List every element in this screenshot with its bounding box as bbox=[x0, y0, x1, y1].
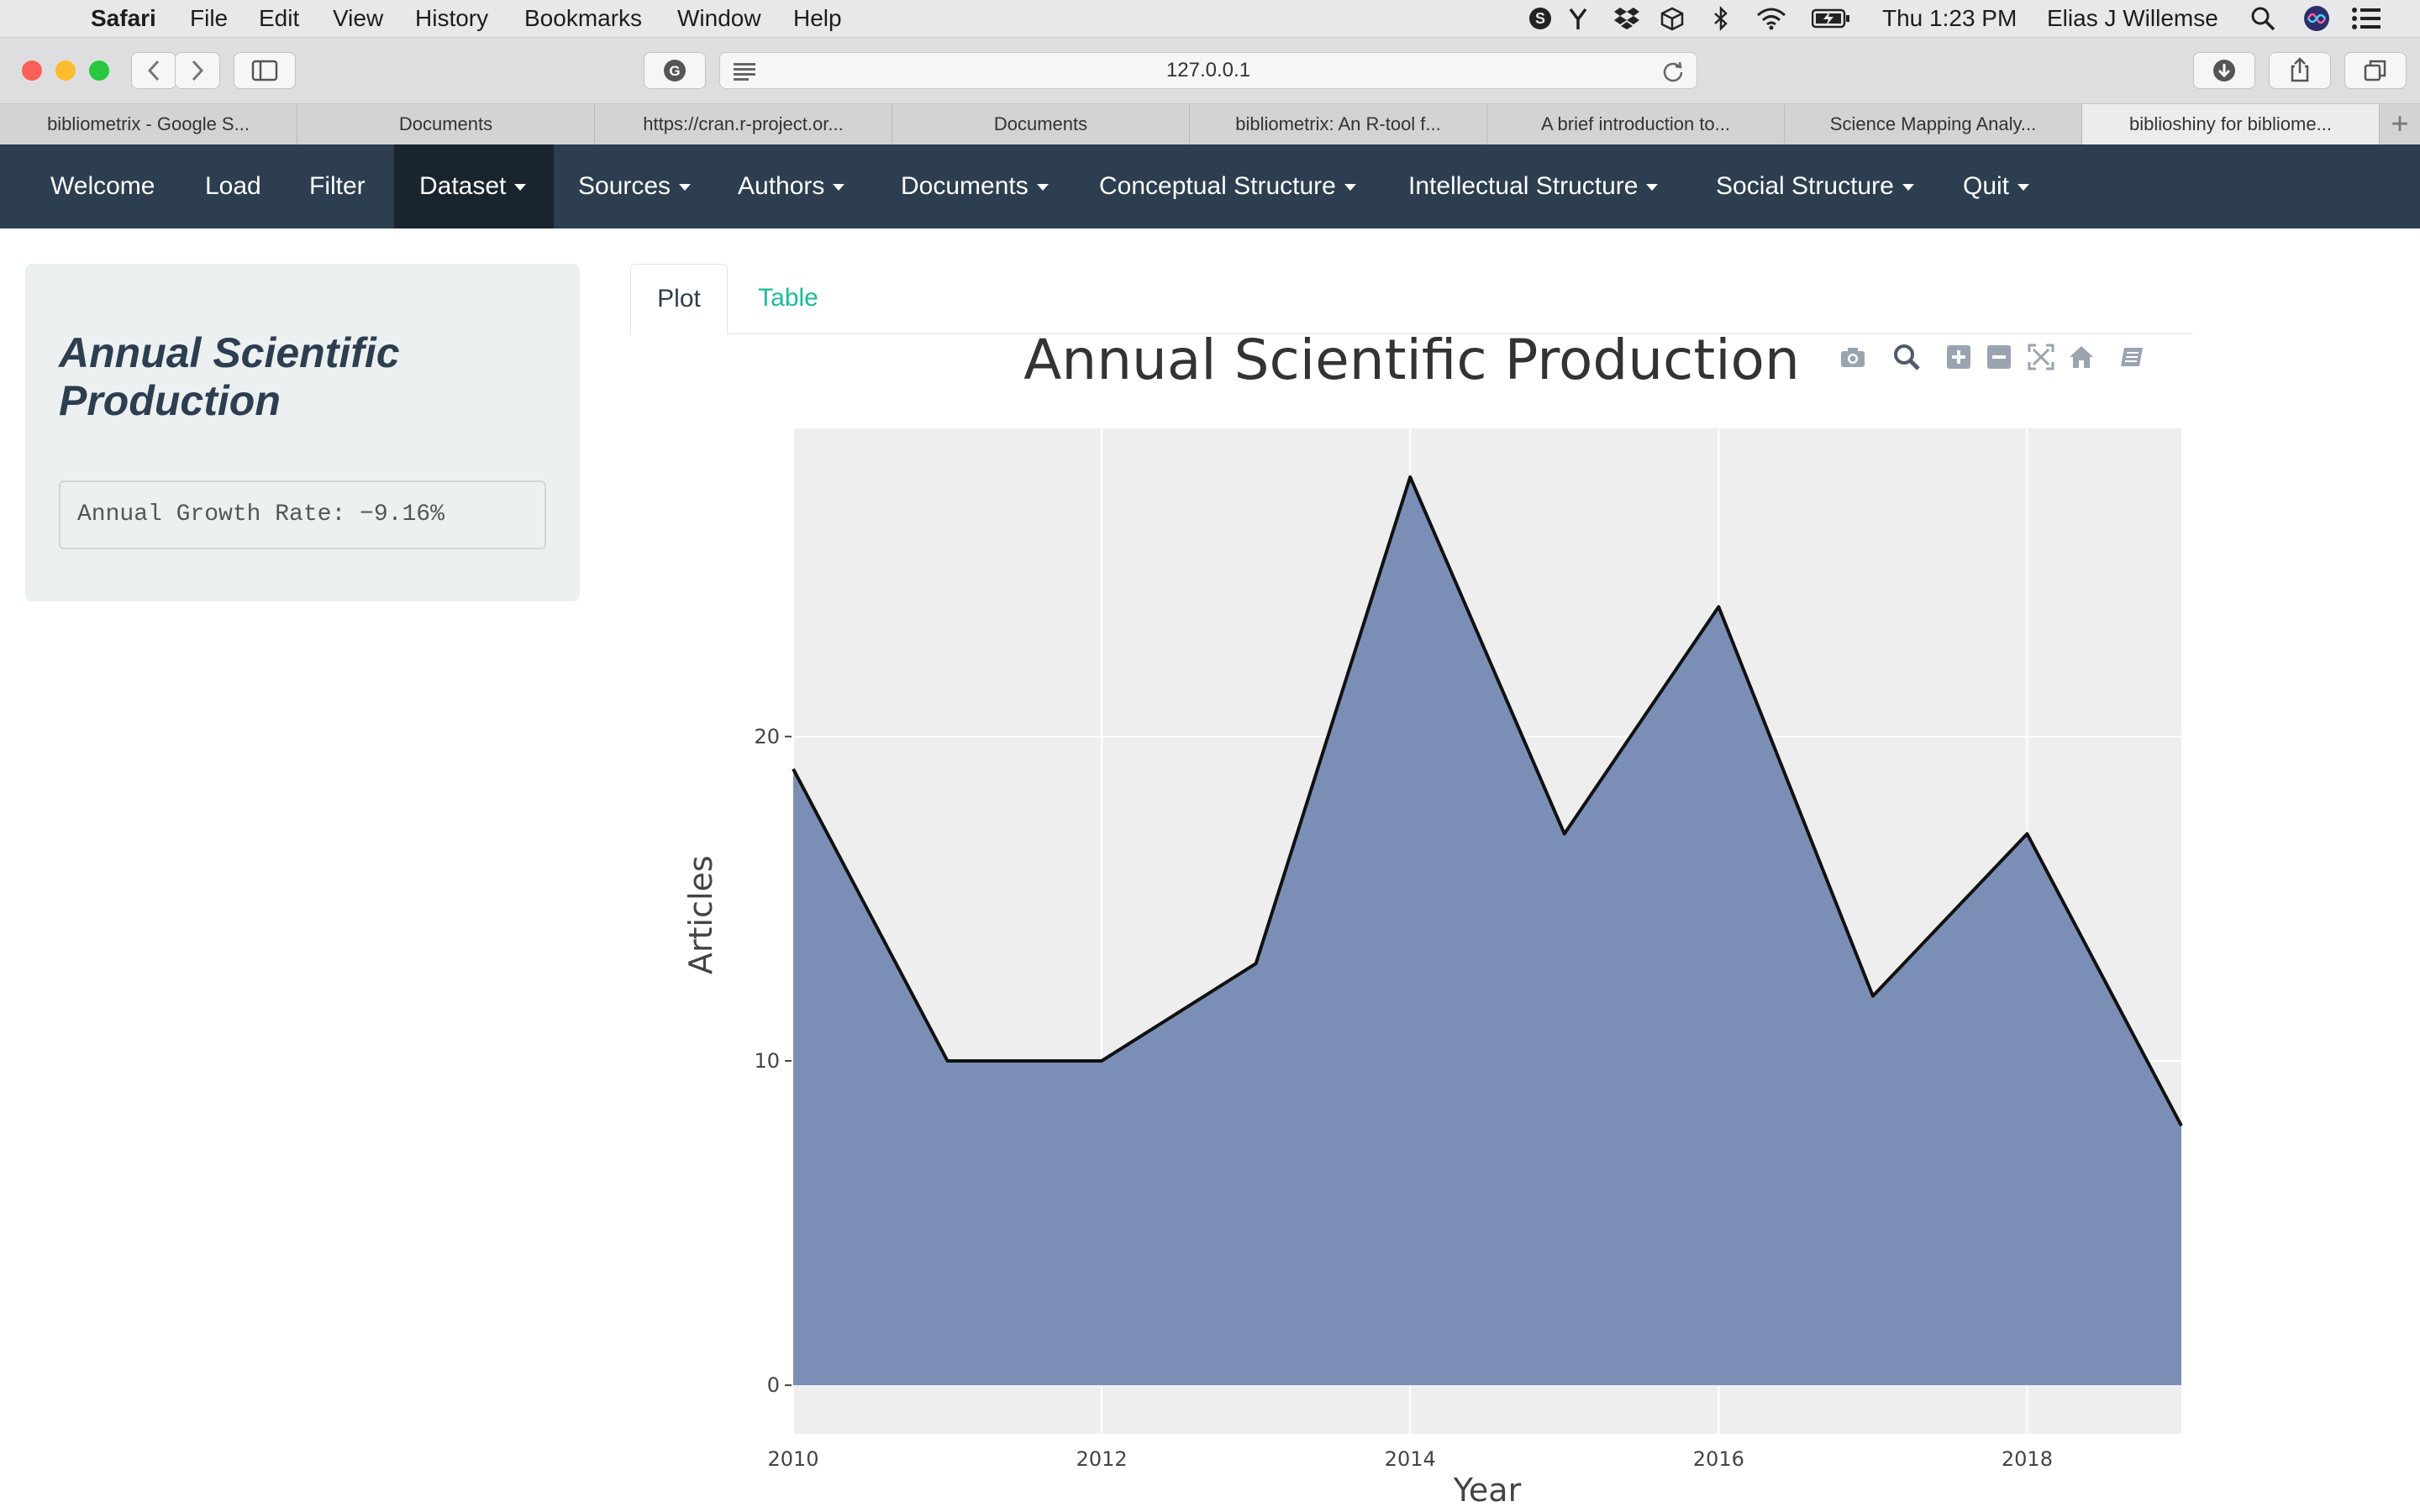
y-axis-label: Articles bbox=[682, 855, 719, 974]
x-tick-label: 2018 bbox=[2002, 1447, 2053, 1471]
x-tick-label: 2016 bbox=[1693, 1447, 1744, 1471]
x-tick-label: 2010 bbox=[767, 1447, 818, 1471]
x-tick-label: 2014 bbox=[1385, 1447, 1436, 1471]
area-chart: 2010 2012 2014 2016 2018 0 10 20 bbox=[754, 428, 2183, 1471]
x-tick-label: 2012 bbox=[1076, 1447, 1128, 1471]
y-tick-label: 20 bbox=[754, 725, 780, 748]
x-axis-label: Year bbox=[1453, 1472, 1522, 1509]
y-tick-label: 10 bbox=[754, 1049, 780, 1073]
y-tick-label: 0 bbox=[767, 1373, 780, 1397]
